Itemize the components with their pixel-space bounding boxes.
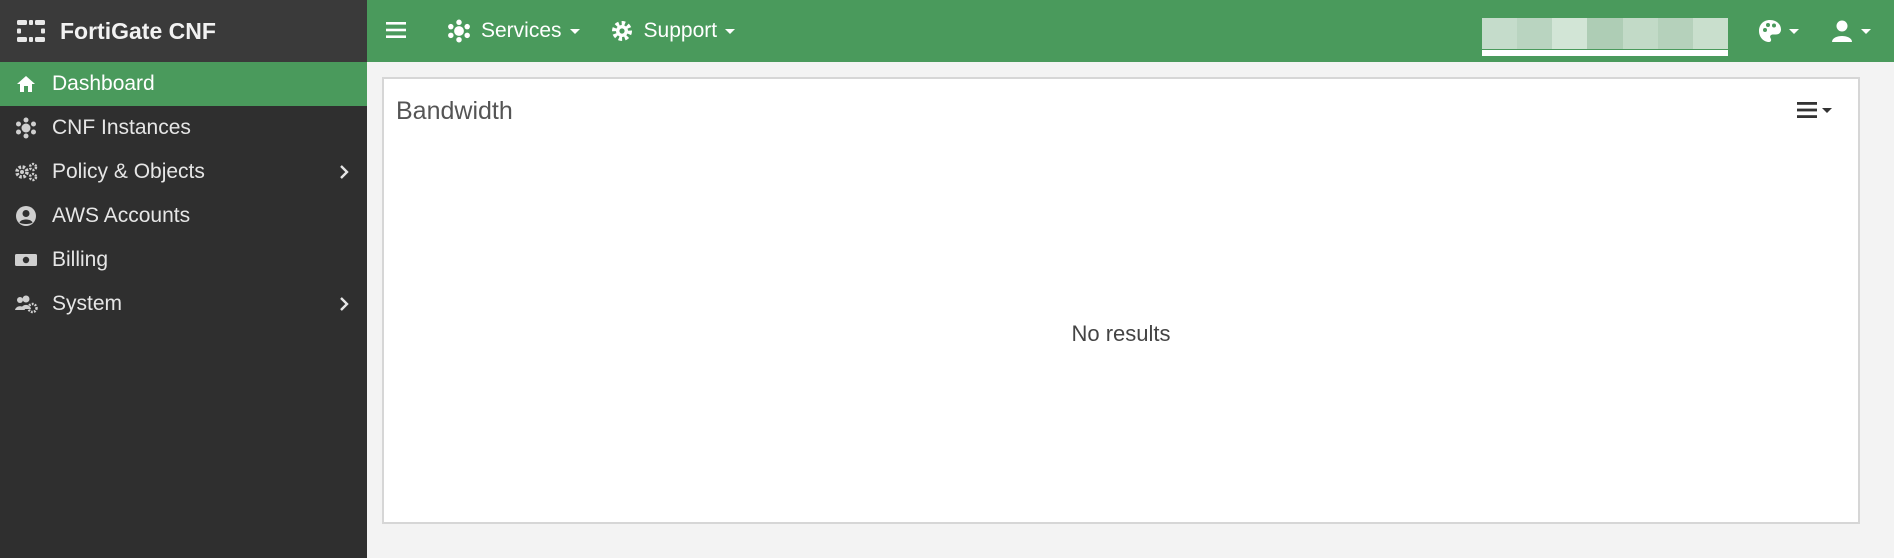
redacted-account-field[interactable] bbox=[1482, 18, 1728, 56]
chevron-right-icon bbox=[337, 163, 351, 181]
top-bar: Services Support bbox=[367, 0, 1894, 62]
sidebar-item-label: AWS Accounts bbox=[52, 204, 191, 227]
brand-title: FortiGate CNF bbox=[60, 17, 216, 44]
user-menu-button[interactable] bbox=[1829, 18, 1871, 44]
caret-down-icon bbox=[1861, 28, 1871, 34]
list-icon bbox=[1796, 99, 1818, 121]
services-menu-label: Services bbox=[481, 19, 562, 42]
sidebar-item-policy-objects[interactable]: Policy & Objects bbox=[0, 150, 367, 194]
sidebar-item-label: Policy & Objects bbox=[52, 160, 205, 183]
sidebar-item-label: Billing bbox=[52, 248, 109, 271]
caret-down-icon bbox=[1789, 28, 1799, 34]
widget-title: Bandwidth bbox=[396, 97, 513, 125]
network-icon bbox=[447, 19, 471, 43]
widget-menu-button[interactable] bbox=[1796, 99, 1832, 121]
brand[interactable]: FortiGate CNF bbox=[0, 0, 367, 62]
services-menu-button[interactable]: Services bbox=[447, 19, 580, 43]
sidebar-item-label: Dashboard bbox=[52, 72, 155, 95]
bandwidth-widget: Bandwidth No results bbox=[382, 77, 1860, 524]
money-icon bbox=[14, 249, 38, 271]
sidebar-item-aws-accounts[interactable]: AWS Accounts bbox=[0, 194, 367, 238]
grid-icon bbox=[16, 19, 46, 43]
sidebar-item-cnf-instances[interactable]: CNF Instances bbox=[0, 106, 367, 150]
hamburger-menu-icon[interactable] bbox=[385, 19, 413, 43]
caret-down-icon bbox=[569, 28, 580, 34]
gear-icon bbox=[610, 19, 634, 43]
cogs-icon bbox=[14, 161, 38, 183]
field-underline bbox=[1482, 50, 1728, 56]
users-cog-icon bbox=[14, 293, 38, 315]
network-icon bbox=[14, 117, 38, 139]
sidebar-item-label: CNF Instances bbox=[52, 116, 191, 139]
sidebar-item-billing[interactable]: Billing bbox=[0, 238, 367, 282]
user-icon bbox=[1829, 18, 1855, 44]
empty-state-text: No results bbox=[1071, 321, 1171, 346]
caret-down-icon bbox=[1822, 107, 1832, 113]
theme-menu-button[interactable] bbox=[1757, 18, 1799, 44]
support-menu-label: Support bbox=[643, 19, 718, 42]
sidebar: FortiGate CNF Dashboard CNF Instances Po… bbox=[0, 0, 367, 558]
sidebar-item-dashboard[interactable]: Dashboard bbox=[0, 62, 367, 106]
palette-icon bbox=[1757, 18, 1783, 44]
chevron-right-icon bbox=[337, 295, 351, 313]
user-circle-icon bbox=[14, 205, 38, 227]
sidebar-nav: Dashboard CNF Instances Policy & Objects… bbox=[0, 62, 367, 326]
caret-down-icon bbox=[725, 28, 736, 34]
home-icon bbox=[14, 73, 38, 95]
sidebar-item-label: System bbox=[52, 292, 123, 315]
sidebar-item-system[interactable]: System bbox=[0, 282, 367, 326]
support-menu-button[interactable]: Support bbox=[610, 19, 736, 43]
